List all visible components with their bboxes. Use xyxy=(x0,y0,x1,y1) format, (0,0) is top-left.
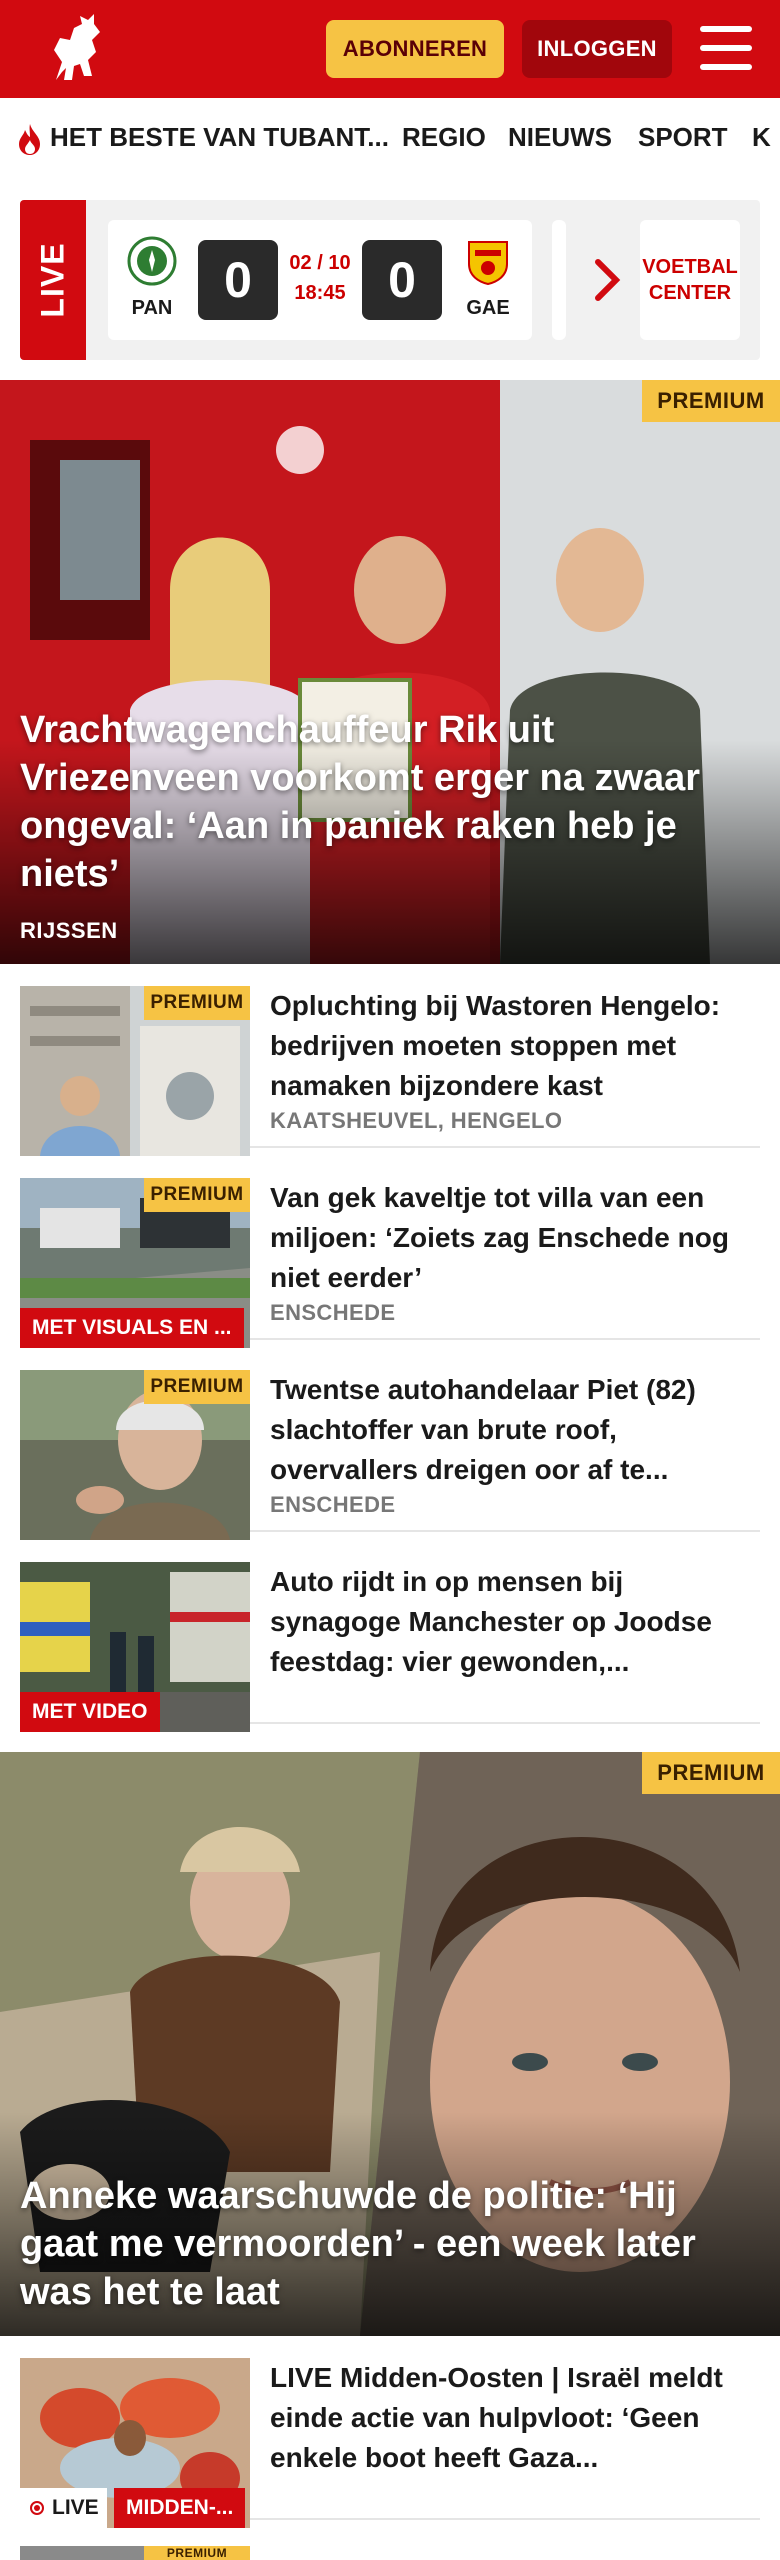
site-header: ABONNEREN INLOGGEN xyxy=(0,0,780,98)
list-item[interactable]: MET VIDEO Auto rijdt in op mensen bij sy… xyxy=(20,1546,760,1732)
match-card[interactable]: PAN 0 02 / 10 18:45 0 GAE xyxy=(108,220,532,340)
hero-article-1[interactable]: PREMIUM Vrachtwagenchauffeur Rik uit Vri… xyxy=(0,380,780,964)
hero-title[interactable]: Anneke waarschuwde de politie: ‘Hij gaat… xyxy=(20,2172,756,2316)
match-datetime: 02 / 10 18:45 xyxy=(289,252,351,304)
panathinaikos-crest-icon xyxy=(127,236,177,286)
voetbal-center-link[interactable]: VOETBAL CENTER xyxy=(640,220,740,340)
article-location: ENSCHEDE xyxy=(270,1492,396,1517)
tubantia-horse-logo[interactable] xyxy=(36,10,108,90)
nav-item-sport[interactable]: SPORT xyxy=(638,122,728,153)
nav-item-best-of[interactable]: HET BESTE VAN TUBANT... xyxy=(50,122,389,153)
article-thumbnail-partial: PREMIUM xyxy=(20,2546,250,2560)
article-title[interactable]: Twentse autohandelaar Piet (82) slachtof… xyxy=(270,1370,760,1490)
article-thumbnail: MET VIDEO xyxy=(20,1562,250,1732)
chevron-right-icon[interactable] xyxy=(592,256,622,304)
hero-location: RIJSSEN xyxy=(20,918,118,943)
article-title[interactable]: Auto rijdt in op mensen bij synagoge Man… xyxy=(270,1562,760,1682)
away-team: GAE xyxy=(458,236,518,320)
article-title[interactable]: LIVE Midden-Oosten | Israël meldt einde … xyxy=(270,2358,760,2478)
list-item[interactable]: PREMIUM MET VISUALS EN ... Van gek kavel… xyxy=(20,1162,760,1348)
article-thumbnail: PREMIUM xyxy=(20,986,250,1156)
away-score: 0 xyxy=(362,240,442,320)
nav-item-nieuws[interactable]: NIEUWS xyxy=(508,122,612,153)
nav-item-more[interactable]: K xyxy=(752,122,771,153)
article-thumbnail: PREMIUM xyxy=(20,1370,250,1540)
login-button[interactable]: INLOGGEN xyxy=(522,20,672,78)
home-team: PAN xyxy=(122,236,182,320)
topic-label: MIDDEN-... xyxy=(114,2488,246,2528)
premium-badge: PREMIUM xyxy=(642,380,780,422)
media-label: MET VIDEO xyxy=(20,1692,160,1732)
article-thumbnail: LIVE MIDDEN-... xyxy=(20,2358,250,2528)
media-label: MET VISUALS EN ... xyxy=(20,1308,244,1348)
live-dot-icon xyxy=(30,2501,44,2515)
article-location: KAATSHEUVEL, HENGELO xyxy=(270,1108,563,1133)
card-divider xyxy=(552,220,566,340)
live-indicator: LIVE xyxy=(20,2488,107,2528)
home-score: 0 xyxy=(198,240,278,320)
article-thumbnail: PREMIUM MET VISUALS EN ... xyxy=(20,1178,250,1348)
premium-badge: PREMIUM xyxy=(144,2546,250,2560)
nav-item-regio[interactable]: REGIO xyxy=(402,122,486,153)
premium-badge: PREMIUM xyxy=(144,1178,250,1212)
hamburger-menu-icon[interactable] xyxy=(700,26,752,70)
premium-badge: PREMIUM xyxy=(144,986,250,1020)
hero-title[interactable]: Vrachtwagenchauffeur Rik uit Vriezenveen… xyxy=(20,706,756,898)
go-ahead-eagles-crest-icon xyxy=(468,241,508,286)
hero-article-2[interactable]: PREMIUM Anneke waarschuwde de politie: ‘… xyxy=(0,1752,780,2336)
article-title[interactable]: Opluchting bij Wastoren Hengelo: bedrijv… xyxy=(270,986,760,1106)
list-item[interactable]: PREMIUM Opluchting bij Wastoren Hengelo:… xyxy=(20,970,760,1156)
subscribe-button[interactable]: ABONNEREN xyxy=(326,20,504,78)
article-title[interactable]: Van gek kaveltje tot villa van een miljo… xyxy=(270,1178,760,1298)
article-location: ENSCHEDE xyxy=(270,1300,396,1325)
live-score-strip: LIVE PAN 0 02 / 10 18:45 0 GAE VOETBAL C… xyxy=(20,200,760,360)
premium-badge: PREMIUM xyxy=(642,1752,780,1794)
premium-badge: PREMIUM xyxy=(144,1370,250,1404)
list-item[interactable]: PREMIUM Twentse autohandelaar Piet (82) … xyxy=(20,1354,760,1540)
flame-icon xyxy=(19,124,40,155)
live-tag: LIVE xyxy=(20,200,86,360)
category-nav: HET BESTE VAN TUBANT... REGIO NIEUWS SPO… xyxy=(0,98,780,182)
list-item-live[interactable]: LIVE MIDDEN-... LIVE Midden-Oosten | Isr… xyxy=(20,2342,760,2528)
